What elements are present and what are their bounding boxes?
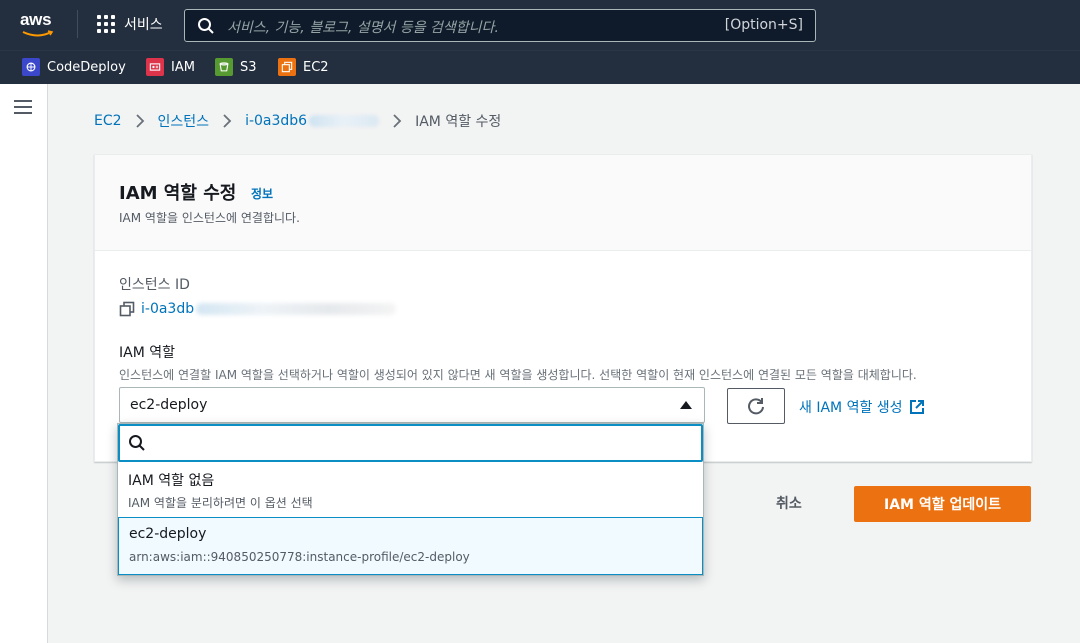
caret-up-icon bbox=[680, 401, 692, 409]
iam-role-label: IAM 역할 bbox=[119, 345, 175, 361]
create-iam-role-label: 새 IAM 역할 생성 bbox=[799, 400, 903, 416]
favorite-label: EC2 bbox=[303, 59, 329, 75]
breadcrumb-ec2[interactable]: EC2 bbox=[94, 113, 122, 129]
page-description: IAM 역할을 인스턴스에 연결합니다. bbox=[119, 211, 300, 225]
global-search-input[interactable]: 서비스, 기능, 블로그, 설명서 등을 검색합니다. [Option+S] bbox=[184, 9, 816, 42]
iam-icon bbox=[146, 58, 164, 76]
info-link[interactable]: 정보 bbox=[251, 185, 273, 202]
favorite-label: IAM bbox=[171, 59, 195, 75]
option-title: ec2-deploy bbox=[129, 526, 207, 542]
menu-icon[interactable] bbox=[14, 100, 32, 114]
modify-iam-role-panel: IAM 역할 수정 정보 IAM 역할을 인스턴스에 연결합니다. 인스턴스 I… bbox=[94, 154, 1032, 462]
grid-icon bbox=[97, 15, 115, 33]
instance-id-value: i-0a3db bbox=[141, 301, 195, 317]
update-iam-role-button[interactable]: IAM 역할 업데이트 bbox=[854, 486, 1031, 522]
iam-role-dropdown: IAM 역할 없음 IAM 역할을 분리하려면 이 옵션 선택 ec2-depl… bbox=[117, 423, 704, 576]
search-shortcut: [Option+S] bbox=[724, 17, 803, 33]
breadcrumb-current: IAM 역할 수정 bbox=[415, 114, 502, 130]
refresh-button[interactable] bbox=[727, 388, 785, 424]
chevron-right-icon bbox=[135, 114, 144, 128]
redacted-text bbox=[196, 303, 397, 315]
refresh-icon bbox=[748, 398, 764, 415]
services-label: 서비스 bbox=[124, 17, 163, 33]
chevron-right-icon bbox=[393, 114, 402, 128]
favorite-s3[interactable]: S3 bbox=[215, 58, 257, 76]
side-navigation bbox=[0, 84, 48, 643]
aws-logo[interactable]: aws bbox=[20, 10, 60, 38]
favorite-label: CodeDeploy bbox=[47, 59, 126, 75]
dropdown-option-ec2-deploy[interactable]: ec2-deploy arn:aws:iam::940850250778:ins… bbox=[118, 517, 703, 575]
iam-role-selected-value: ec2-deploy bbox=[130, 397, 208, 413]
breadcrumb: EC2 인스턴스 i-0a3db6 IAM 역할 수정 bbox=[94, 111, 501, 131]
instance-id-link[interactable]: i-0a3db bbox=[119, 301, 397, 317]
search-icon bbox=[198, 18, 214, 34]
chevron-right-icon bbox=[223, 114, 232, 128]
favorite-ec2[interactable]: EC2 bbox=[278, 58, 329, 76]
favorite-codedeploy[interactable]: CodeDeploy bbox=[22, 58, 126, 76]
search-placeholder: 서비스, 기능, 블로그, 설명서 등을 검색합니다. bbox=[227, 20, 499, 36]
s3-icon bbox=[215, 58, 233, 76]
breadcrumb-instance-id-text: i-0a3db6 bbox=[245, 113, 308, 129]
codedeploy-icon bbox=[22, 58, 40, 76]
nav-divider bbox=[77, 10, 78, 38]
search-icon bbox=[129, 435, 145, 451]
panel-header: IAM 역할 수정 정보 IAM 역할을 인스턴스에 연결합니다. bbox=[95, 155, 1031, 251]
breadcrumb-instances[interactable]: 인스턴스 bbox=[158, 111, 210, 131]
breadcrumb-instance-id[interactable]: i-0a3db6 bbox=[245, 113, 380, 129]
option-subtitle: IAM 역할을 분리하려면 이 옵션 선택 bbox=[128, 496, 313, 510]
aws-logo-text: aws bbox=[20, 10, 52, 29]
page-title: IAM 역할 수정 bbox=[119, 183, 237, 204]
aws-smile-icon bbox=[22, 30, 54, 37]
iam-role-description: 인스턴스에 연결할 IAM 역할을 선택하거나 역할이 생성되어 있지 않다면 … bbox=[119, 368, 917, 382]
ec2-icon bbox=[278, 58, 296, 76]
top-navigation: aws 서비스 서비스, 기능, 블로그, 설명서 등을 검색합니다. [Opt… bbox=[0, 0, 1080, 50]
iam-role-select[interactable]: ec2-deploy bbox=[119, 387, 705, 423]
favorite-iam[interactable]: IAM bbox=[146, 58, 195, 76]
services-menu-button[interactable]: 서비스 bbox=[97, 14, 163, 34]
redacted-text bbox=[309, 115, 380, 127]
option-title: IAM 역할 없음 bbox=[128, 473, 215, 489]
create-iam-role-link[interactable]: 새 IAM 역할 생성 bbox=[799, 397, 925, 417]
favorite-label: S3 bbox=[240, 59, 257, 75]
instance-id-label: 인스턴스 ID bbox=[119, 277, 190, 293]
dropdown-search-input[interactable] bbox=[118, 424, 703, 462]
favorites-bar: CodeDeploy IAM S3 EC2 bbox=[0, 50, 1080, 84]
option-subtitle: arn:aws:iam::940850250778:instance-profi… bbox=[129, 550, 470, 564]
copy-icon[interactable] bbox=[119, 301, 135, 317]
cancel-button[interactable]: 취소 bbox=[776, 493, 802, 513]
external-link-icon bbox=[909, 400, 924, 414]
dropdown-option-no-role[interactable]: IAM 역할 없음 IAM 역할을 분리하려면 이 옵션 선택 bbox=[118, 462, 703, 516]
